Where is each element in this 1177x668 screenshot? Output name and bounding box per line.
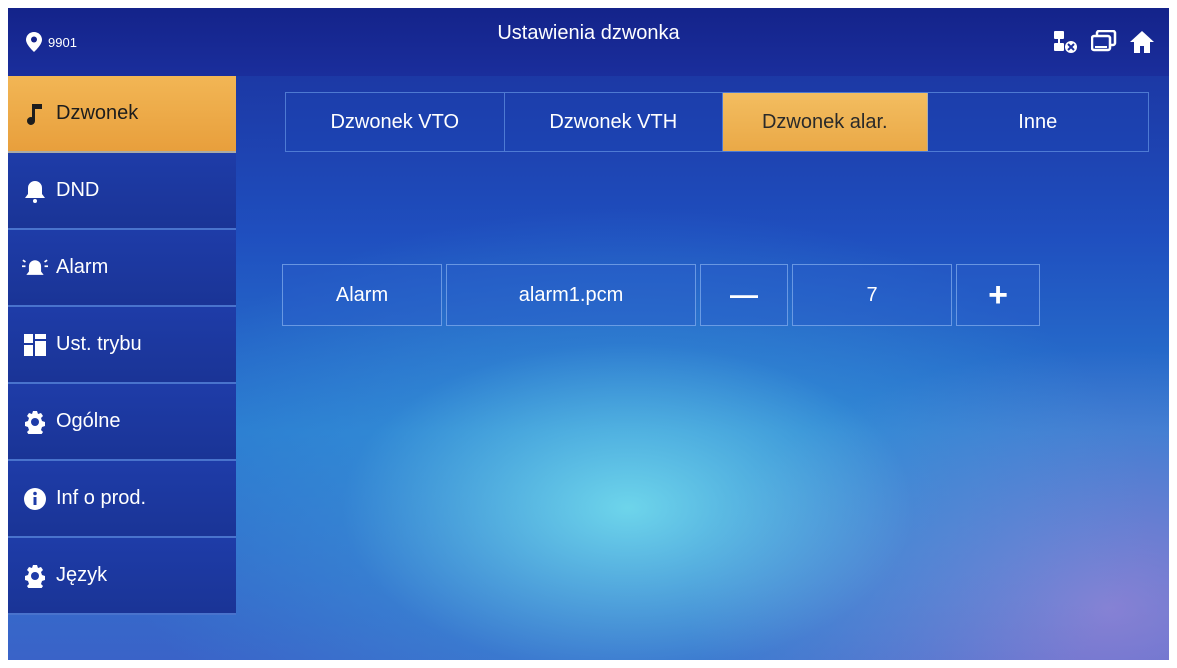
sidebar-item-jezyk[interactable]: Język	[8, 538, 236, 615]
gear-icon	[22, 563, 48, 589]
sidebar-item-label: Inf o prod.	[56, 487, 147, 509]
top-bar: 9901 Ustawienia dzwonka	[8, 8, 1169, 76]
bell-icon	[22, 178, 48, 204]
sidebar: Dzwonek DND Alarm Ust. trybu Ogólne Inf …	[8, 76, 238, 636]
tab-dzwonek-vto[interactable]: Dzwonek VTO	[286, 93, 505, 151]
sidebar-item-label: Ogólne	[56, 410, 121, 432]
alarm-ringtone-row: Alarm alarm1.pcm — 7 +	[282, 264, 1040, 326]
home-icon[interactable]	[1129, 30, 1155, 54]
monitor-icon[interactable]	[1091, 30, 1117, 54]
sidebar-item-inf-o-prod[interactable]: Inf o prod.	[8, 461, 236, 538]
sidebar-item-label: Alarm	[56, 256, 109, 278]
tab-dzwonek-vth[interactable]: Dzwonek VTH	[505, 93, 723, 151]
volume-increase-button[interactable]: +	[956, 264, 1040, 326]
volume-value: 7	[792, 264, 952, 326]
sidebar-item-label: Ust. trybu	[56, 333, 142, 355]
sidebar-item-dnd[interactable]: DND	[8, 153, 236, 230]
sidebar-item-ogolne[interactable]: Ogólne	[8, 384, 236, 461]
network-status-icon[interactable]	[1053, 30, 1079, 54]
tab-dzwonek-alar[interactable]: Dzwonek alar.	[723, 93, 928, 151]
page-title: Ustawienia dzwonka	[497, 22, 680, 44]
sidebar-item-label: Język	[56, 564, 108, 586]
sidebar-item-label: DND	[56, 179, 100, 201]
alarm-label: Alarm	[282, 264, 442, 326]
info-icon	[22, 486, 48, 512]
sidebar-item-label: Dzwonek	[56, 102, 139, 124]
tab-inne[interactable]: Inne	[928, 93, 1148, 151]
grid-icon	[22, 332, 48, 358]
alarm-icon	[22, 255, 48, 281]
screen: 9901 Ustawienia dzwonka Dzwonek DND Alar…	[8, 8, 1169, 660]
sidebar-item-ust-trybu[interactable]: Ust. trybu	[8, 307, 236, 384]
music-note-icon	[22, 101, 48, 127]
volume-decrease-button[interactable]: —	[700, 264, 788, 326]
ringtone-file-select[interactable]: alarm1.pcm	[446, 264, 696, 326]
sidebar-item-dzwonek[interactable]: Dzwonek	[8, 76, 236, 153]
top-icons	[1053, 30, 1155, 54]
sidebar-item-alarm[interactable]: Alarm	[8, 230, 236, 307]
gear-icon	[22, 409, 48, 435]
tab-bar: Dzwonek VTO Dzwonek VTH Dzwonek alar. In…	[285, 92, 1149, 152]
